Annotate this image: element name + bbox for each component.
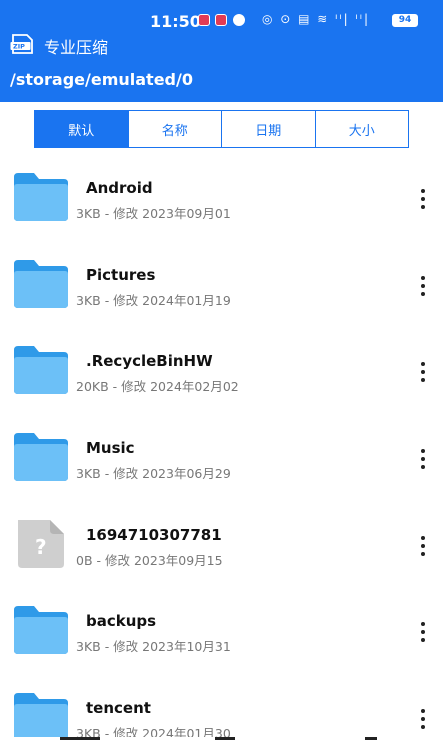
status-bar: 11:50 ◎ ⊙ ▤ ≋ ᴵᴵ| ᴵᴵ| 94 — [0, 0, 443, 36]
sort-tab-date[interactable]: 日期 — [222, 111, 316, 147]
zip-app-icon: ZIP — [10, 34, 33, 54]
status-icons: ◎ ⊙ ▤ ≋ ᴵᴵ| ᴵᴵ| — [262, 12, 370, 26]
file-meta: 0B - 修改 2023年09月15 — [76, 552, 223, 568]
file-row[interactable]: Pictures 3KB - 修改 2024年01月19 — [0, 242, 443, 329]
file-list: Android 3KB - 修改 2023年09月01 Pictures 3KB… — [0, 155, 443, 745]
battery-icon: 94 — [392, 14, 418, 27]
folder-icon — [14, 173, 68, 221]
current-path[interactable]: /storage/emulated/0 — [10, 70, 193, 89]
file-meta: 3KB - 修改 2023年06月29 — [76, 466, 231, 482]
unknown-file-icon: ? — [18, 519, 64, 568]
more-options-icon[interactable] — [413, 187, 433, 211]
more-options-icon[interactable] — [413, 447, 433, 471]
file-row[interactable]: Android 3KB - 修改 2023年09月01 — [0, 155, 443, 242]
folder-icon — [14, 606, 68, 655]
bottom-toolbar-edge — [0, 737, 443, 745]
sort-tabs: 默认 名称 日期 大小 — [34, 110, 409, 148]
file-meta: 3KB - 修改 2024年01月19 — [76, 292, 231, 308]
sort-tab-default[interactable]: 默认 — [35, 111, 129, 147]
file-name: backups — [86, 612, 157, 631]
file-meta: 20KB - 修改 2024年02月02 — [76, 379, 239, 395]
file-name: Pictures — [86, 265, 156, 284]
toolbar-edge-mark — [60, 737, 100, 740]
file-name: Music — [86, 439, 135, 458]
file-row[interactable]: .RecycleBinHW 20KB - 修改 2024年02月02 — [0, 328, 443, 415]
sort-tab-size[interactable]: 大小 — [315, 111, 408, 147]
folder-icon — [14, 433, 68, 482]
file-row[interactable]: backups 3KB - 修改 2023年10月31 — [0, 588, 443, 675]
file-name: 1694710307781 — [86, 525, 222, 544]
file-name: .RecycleBinHW — [86, 352, 213, 371]
svg-text:ZIP: ZIP — [13, 43, 25, 51]
folder-icon — [14, 259, 68, 308]
status-time: 11:50 — [150, 12, 201, 31]
file-meta: 3KB - 修改 2023年10月31 — [76, 639, 231, 655]
more-options-icon[interactable] — [413, 274, 433, 298]
toolbar-edge-mark — [365, 737, 377, 740]
folder-icon — [14, 693, 68, 742]
folder-icon — [14, 346, 68, 395]
svg-text:?: ? — [35, 535, 47, 559]
file-row[interactable]: ? 1694710307781 0B - 修改 2023年09月15 — [0, 502, 443, 589]
notification-icon — [233, 14, 245, 26]
file-name: tencent — [86, 699, 151, 718]
file-row[interactable]: Music 3KB - 修改 2023年06月29 — [0, 415, 443, 502]
notification-icon — [198, 14, 210, 26]
file-row[interactable]: tencent 3KB - 修改 2024年01月30 — [0, 675, 443, 745]
notification-icon — [215, 14, 227, 26]
toolbar-edge-mark — [215, 737, 235, 740]
more-options-icon[interactable] — [413, 360, 433, 384]
app-header: 11:50 ◎ ⊙ ▤ ≋ ᴵᴵ| ᴵᴵ| 94 ZIP 专业压缩 /stora… — [0, 0, 443, 102]
sort-tab-name[interactable]: 名称 — [128, 111, 222, 147]
more-options-icon[interactable] — [413, 620, 433, 644]
file-meta: 3KB - 修改 2023年09月01 — [76, 206, 231, 221]
more-options-icon[interactable] — [413, 534, 433, 558]
app-title: 专业压缩 — [44, 38, 109, 57]
more-options-icon[interactable] — [413, 707, 433, 731]
file-name: Android — [86, 179, 153, 197]
